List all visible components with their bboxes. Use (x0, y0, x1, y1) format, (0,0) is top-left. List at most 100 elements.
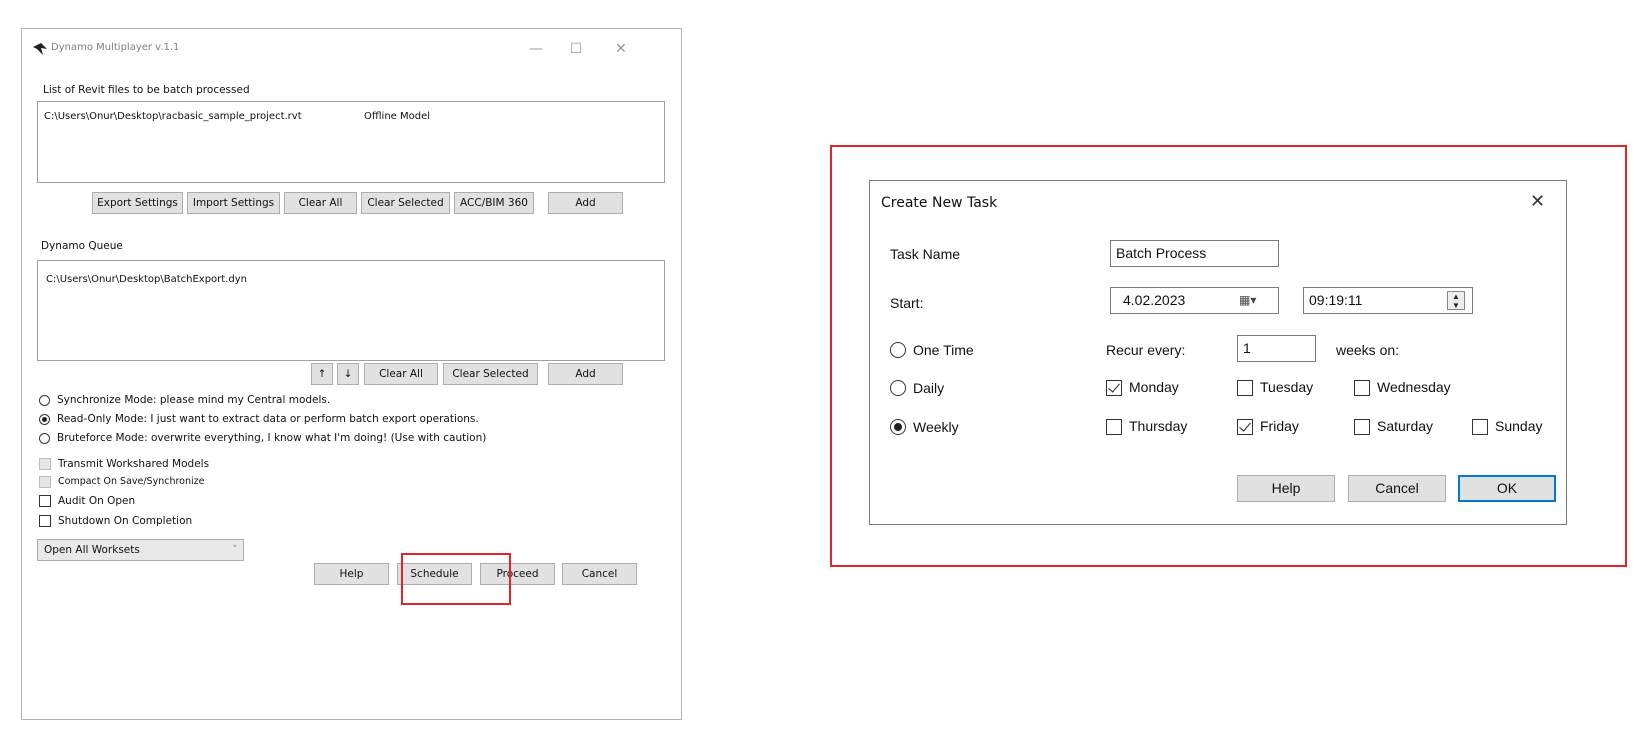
mode-read-only[interactable]: Read-Only Mode: I just want to extract d… (39, 412, 659, 428)
option-label: Audit On Open (58, 495, 136, 507)
revit-file-status: Offline Model (364, 111, 431, 122)
worksets-dropdown[interactable]: Open All Worksets ˅ (37, 539, 244, 561)
start-time-input[interactable]: 09:19:11 ▲ ▼ (1303, 287, 1473, 314)
day-monday[interactable]: Monday (1106, 379, 1216, 399)
day-thursday[interactable]: Thursday (1106, 418, 1216, 438)
weeks-on-label: weeks on: (1336, 342, 1400, 358)
day-label: Saturday (1377, 418, 1434, 434)
dialog-title: Create New Task (881, 195, 998, 211)
checkbox[interactable] (1237, 419, 1253, 435)
checkbox[interactable] (1106, 380, 1122, 396)
option-compact-on-save[interactable]: Compact On Save/Synchronize (39, 475, 339, 491)
revit-files-label: List of Revit files to be batch processe… (43, 84, 250, 96)
frequency-one-time[interactable]: One Time (890, 341, 1050, 361)
recur-every-label: Recur every: (1106, 342, 1186, 358)
frequency-daily[interactable]: Daily (890, 379, 1050, 399)
dynamo-queue-list[interactable]: C:\Users\Onur\Desktop\BatchExport.dyn (37, 260, 665, 361)
clear-all-queue-button[interactable]: Clear All (364, 363, 438, 385)
day-wednesday[interactable]: Wednesday (1354, 379, 1474, 399)
import-settings-button[interactable]: Import Settings (187, 192, 280, 214)
cancel-button[interactable]: Cancel (562, 563, 637, 585)
mode-label: Read-Only Mode: I just want to extract d… (57, 413, 479, 425)
checkbox[interactable] (39, 515, 51, 527)
checkbox[interactable] (39, 476, 51, 488)
radio-button[interactable] (890, 342, 906, 358)
minimize-icon[interactable]: — (524, 39, 548, 59)
day-tuesday[interactable]: Tuesday (1237, 379, 1337, 399)
chevron-down-icon: ˅ (232, 545, 238, 555)
checkbox[interactable] (1354, 380, 1370, 396)
worksets-dropdown-value: Open All Worksets (44, 544, 140, 556)
day-saturday[interactable]: Saturday (1354, 418, 1464, 438)
task-name-input[interactable]: Batch Process (1110, 240, 1279, 267)
time-spinner-icon[interactable]: ▲ ▼ (1447, 291, 1465, 310)
day-label: Tuesday (1260, 379, 1314, 395)
list-item[interactable]: C:\Users\Onur\Desktop\BatchExport.dyn (46, 274, 247, 285)
frequency-label: One Time (913, 342, 974, 358)
radio-button[interactable] (39, 395, 50, 406)
option-label: Compact On Save/Synchronize (58, 476, 205, 487)
task-name-label: Task Name (890, 246, 961, 262)
help-button[interactable]: Help (314, 563, 389, 585)
day-friday[interactable]: Friday (1237, 418, 1337, 438)
checkbox[interactable] (1354, 419, 1370, 435)
day-label: Thursday (1129, 418, 1188, 434)
move-up-button[interactable]: ↑ (311, 363, 333, 385)
radio-button[interactable] (890, 419, 906, 435)
title-bar[interactable]: Dynamo Multiplayer v.1.1 — ☐ ✕ (22, 29, 681, 69)
frequency-label: Daily (913, 380, 945, 396)
option-transmit-workshared[interactable]: Transmit Workshared Models (39, 457, 339, 473)
revit-files-list[interactable]: C:\Users\Onur\Desktop\racbasic_sample_pr… (37, 101, 665, 183)
mode-label: Synchronize Mode: please mind my Central… (57, 394, 331, 406)
export-settings-button[interactable]: Export Settings (92, 192, 183, 214)
move-down-button[interactable]: ↓ (337, 363, 359, 385)
close-icon[interactable]: ✕ (609, 39, 633, 59)
start-date-picker[interactable]: 4.02.2023 ▦▾ (1110, 287, 1279, 314)
checkbox[interactable] (1472, 419, 1488, 435)
day-label: Sunday (1495, 418, 1543, 434)
calendar-icon[interactable]: ▦▾ (1239, 288, 1256, 313)
clear-selected-queue-button[interactable]: Clear Selected (443, 363, 538, 385)
radio-button[interactable] (39, 414, 50, 425)
add-file-button[interactable]: Add (548, 192, 623, 214)
ok-button[interactable]: OK (1458, 475, 1556, 502)
day-sunday[interactable]: Sunday (1472, 418, 1562, 438)
day-label: Monday (1129, 379, 1179, 395)
radio-button[interactable] (890, 380, 906, 396)
acc-bim360-button[interactable]: ACC/BIM 360 (454, 192, 534, 214)
checkbox[interactable] (39, 495, 51, 507)
schedule-highlight-box (401, 553, 511, 605)
day-label: Wednesday (1377, 379, 1451, 395)
option-audit-on-open[interactable]: Audit On Open (39, 494, 339, 510)
start-date-value: 4.02.2023 (1123, 292, 1186, 308)
start-label: Start: (890, 295, 924, 311)
day-label: Friday (1260, 418, 1299, 434)
radio-button[interactable] (39, 433, 50, 444)
dynamo-app-icon (33, 43, 47, 55)
create-task-dialog: Create New Task ✕ Task Name Batch Proces… (869, 180, 1567, 525)
recur-every-input[interactable]: 1 (1237, 335, 1316, 362)
option-label: Transmit Workshared Models (58, 458, 210, 470)
clear-all-files-button[interactable]: Clear All (284, 192, 357, 214)
checkbox[interactable] (1106, 419, 1122, 435)
maximize-icon[interactable]: ☐ (564, 39, 588, 59)
main-window: Dynamo Multiplayer v.1.1 — ☐ ✕ List of R… (21, 28, 682, 720)
list-item[interactable]: C:\Users\Onur\Desktop\racbasic_sample_pr… (44, 111, 644, 125)
window-title: Dynamo Multiplayer v.1.1 (51, 42, 180, 53)
dialog-cancel-button[interactable]: Cancel (1348, 475, 1446, 502)
checkbox[interactable] (1237, 380, 1253, 396)
mode-bruteforce[interactable]: Bruteforce Mode: overwrite everything, I… (39, 431, 659, 447)
close-icon[interactable]: ✕ (1530, 191, 1545, 212)
dialog-help-button[interactable]: Help (1237, 475, 1335, 502)
dynamo-queue-label: Dynamo Queue (41, 240, 123, 252)
option-label: Shutdown On Completion (58, 515, 193, 527)
frequency-label: Weekly (913, 419, 959, 435)
option-shutdown-on-completion[interactable]: Shutdown On Completion (39, 514, 339, 530)
frequency-weekly[interactable]: Weekly (890, 418, 1050, 438)
mode-synchronize[interactable]: Synchronize Mode: please mind my Central… (39, 393, 659, 409)
clear-selected-files-button[interactable]: Clear Selected (361, 192, 450, 214)
checkbox[interactable] (39, 458, 51, 470)
start-time-value: 09:19:11 (1309, 292, 1363, 308)
revit-file-path: C:\Users\Onur\Desktop\racbasic_sample_pr… (44, 111, 302, 122)
add-script-button[interactable]: Add (548, 363, 623, 385)
